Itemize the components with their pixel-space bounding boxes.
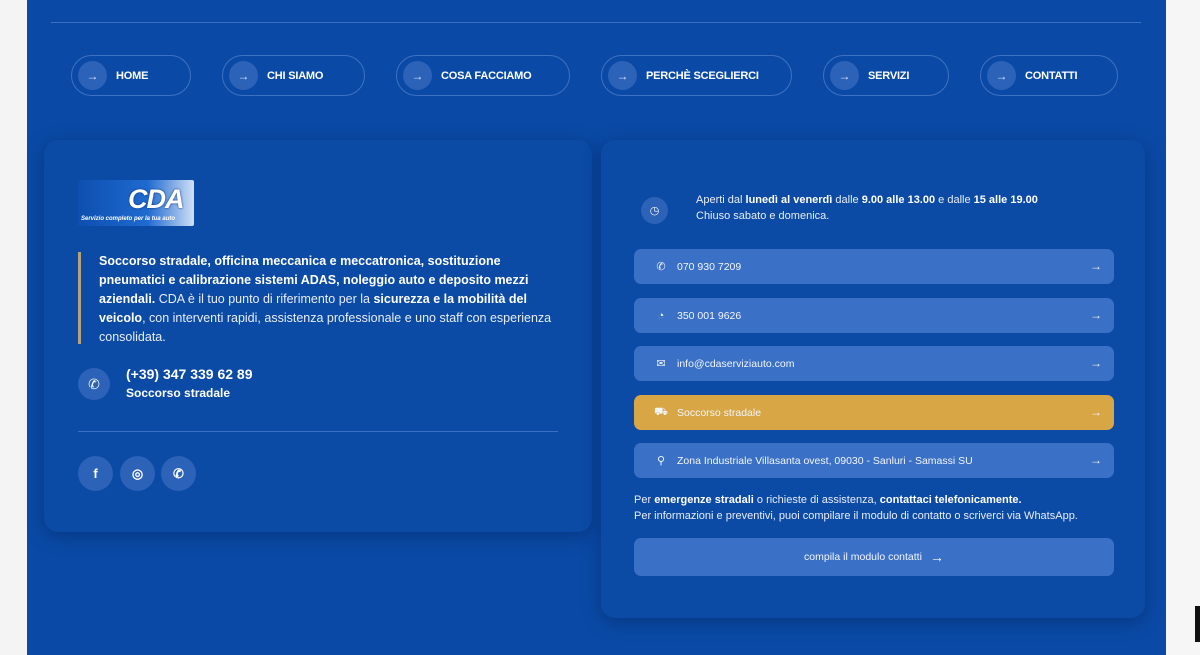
cda-logo[interactable]: CDA Servizio completo per la tua auto — [78, 180, 194, 226]
contact-label: 070 930 7209 — [677, 260, 742, 273]
arrow-right-icon: → — [78, 61, 107, 90]
contact-form-button[interactable]: compila il modulo contatti → — [634, 538, 1114, 576]
arrow-right-icon: → — [608, 61, 637, 90]
contact-label: Zona Industriale Villasanta ovest, 09030… — [677, 454, 973, 467]
contact-label: Soccorso stradale — [677, 406, 762, 419]
roadside-phone-link[interactable]: (+39) 347 339 62 89 — [126, 366, 253, 382]
footer-panel: → HOME → CHI SIAMO → COSA FACCIAMO → PER… — [27, 0, 1166, 655]
arrow-right-icon: → — [830, 61, 859, 90]
contact-whatsapp-button[interactable]: ◔ 350 001 9626 → — [634, 298, 1114, 333]
contact-phone-button[interactable]: ✆ 070 930 7209 → — [634, 249, 1114, 284]
arrow-right-icon: → — [1090, 259, 1102, 273]
top-divider — [51, 22, 1141, 23]
instagram-icon[interactable]: ◎ — [120, 456, 155, 491]
contact-email-button[interactable]: ✉ info@cdaserviziauto.com → — [634, 346, 1114, 381]
nav-label: COSA FACCIAMO — [441, 69, 532, 82]
whatsapp-icon: ◔ — [657, 309, 665, 322]
intro-text: , con interventi rapidi, assistenza prof… — [99, 311, 552, 344]
nav-servizi[interactable]: → SERVIZI — [823, 55, 949, 96]
arrow-right-icon: → — [987, 61, 1016, 90]
contact-roadside-button[interactable]: ⛟ Soccorso stradale → — [634, 395, 1114, 430]
contact-address-button[interactable]: ⚲ Zona Industriale Villasanta ovest, 090… — [634, 443, 1114, 478]
arrow-right-icon: → — [929, 549, 944, 565]
nav-label: CONTATTI — [1025, 69, 1078, 82]
closed-days: Chiuso sabato e domenica. — [696, 210, 830, 222]
logo-mark: CDA — [128, 184, 184, 214]
intro-text: CDA è il tuo punto di riferimento per la — [155, 292, 374, 306]
phone-call-icon: ✆ — [78, 368, 110, 400]
company-description: Soccorso stradale, officina meccanica e … — [78, 252, 558, 344]
clock-icon: ◷ — [641, 197, 668, 224]
arrow-right-icon: → — [403, 61, 432, 90]
tow-truck-icon: ⛟ — [654, 405, 668, 418]
logo-tagline: Servizio completo per la tua auto — [81, 216, 176, 222]
envelope-icon: ✉ — [656, 358, 666, 370]
whatsapp-icon[interactable]: ✆ — [161, 456, 196, 491]
facebook-icon[interactable]: f — [78, 456, 113, 491]
roadside-label: Soccorso stradale — [126, 386, 231, 400]
form-button-label: compila il modulo contatti — [804, 551, 922, 563]
nav-label: PERCHÈ SCEGLIERCI — [646, 69, 759, 82]
nav-cosa-facciamo[interactable]: → COSA FACCIAMO — [396, 55, 570, 96]
arrow-right-icon: → — [1090, 453, 1102, 467]
nav-chi-siamo[interactable]: → CHI SIAMO — [222, 55, 365, 96]
contact-label: 350 001 9626 — [677, 309, 742, 322]
nav-label: HOME — [116, 69, 149, 82]
nav-label: SERVIZI — [868, 69, 910, 82]
contact-label: info@cdaserviziauto.com — [677, 357, 795, 370]
nav-contatti[interactable]: → CONTATTI — [980, 55, 1118, 96]
arrow-right-icon: → — [229, 61, 258, 90]
nav-perche-sceglierci[interactable]: → PERCHÈ SCEGLIERCI — [601, 55, 792, 96]
map-pin-icon: ⚲ — [656, 455, 666, 467]
divider — [78, 431, 558, 432]
arrow-right-icon: → — [1090, 405, 1102, 419]
arrow-right-icon: → — [1090, 308, 1102, 322]
phone-icon: ✆ — [656, 261, 666, 273]
opening-hours: Aperti dal lunedì al venerdì dalle 9.00 … — [696, 194, 1038, 222]
page-background-right — [1166, 0, 1200, 655]
nav-home[interactable]: → HOME — [71, 55, 191, 96]
scrollbar-thumb[interactable] — [1195, 606, 1200, 642]
about-card: CDA Servizio completo per la tua auto So… — [44, 140, 592, 532]
nav-label: CHI SIAMO — [267, 69, 324, 82]
contact-card: ◷ Aperti dal lunedì al venerdì dalle 9.0… — [601, 140, 1145, 618]
contact-note: Per emergenze stradali o richieste di as… — [634, 494, 1078, 522]
arrow-right-icon: → — [1090, 356, 1102, 370]
